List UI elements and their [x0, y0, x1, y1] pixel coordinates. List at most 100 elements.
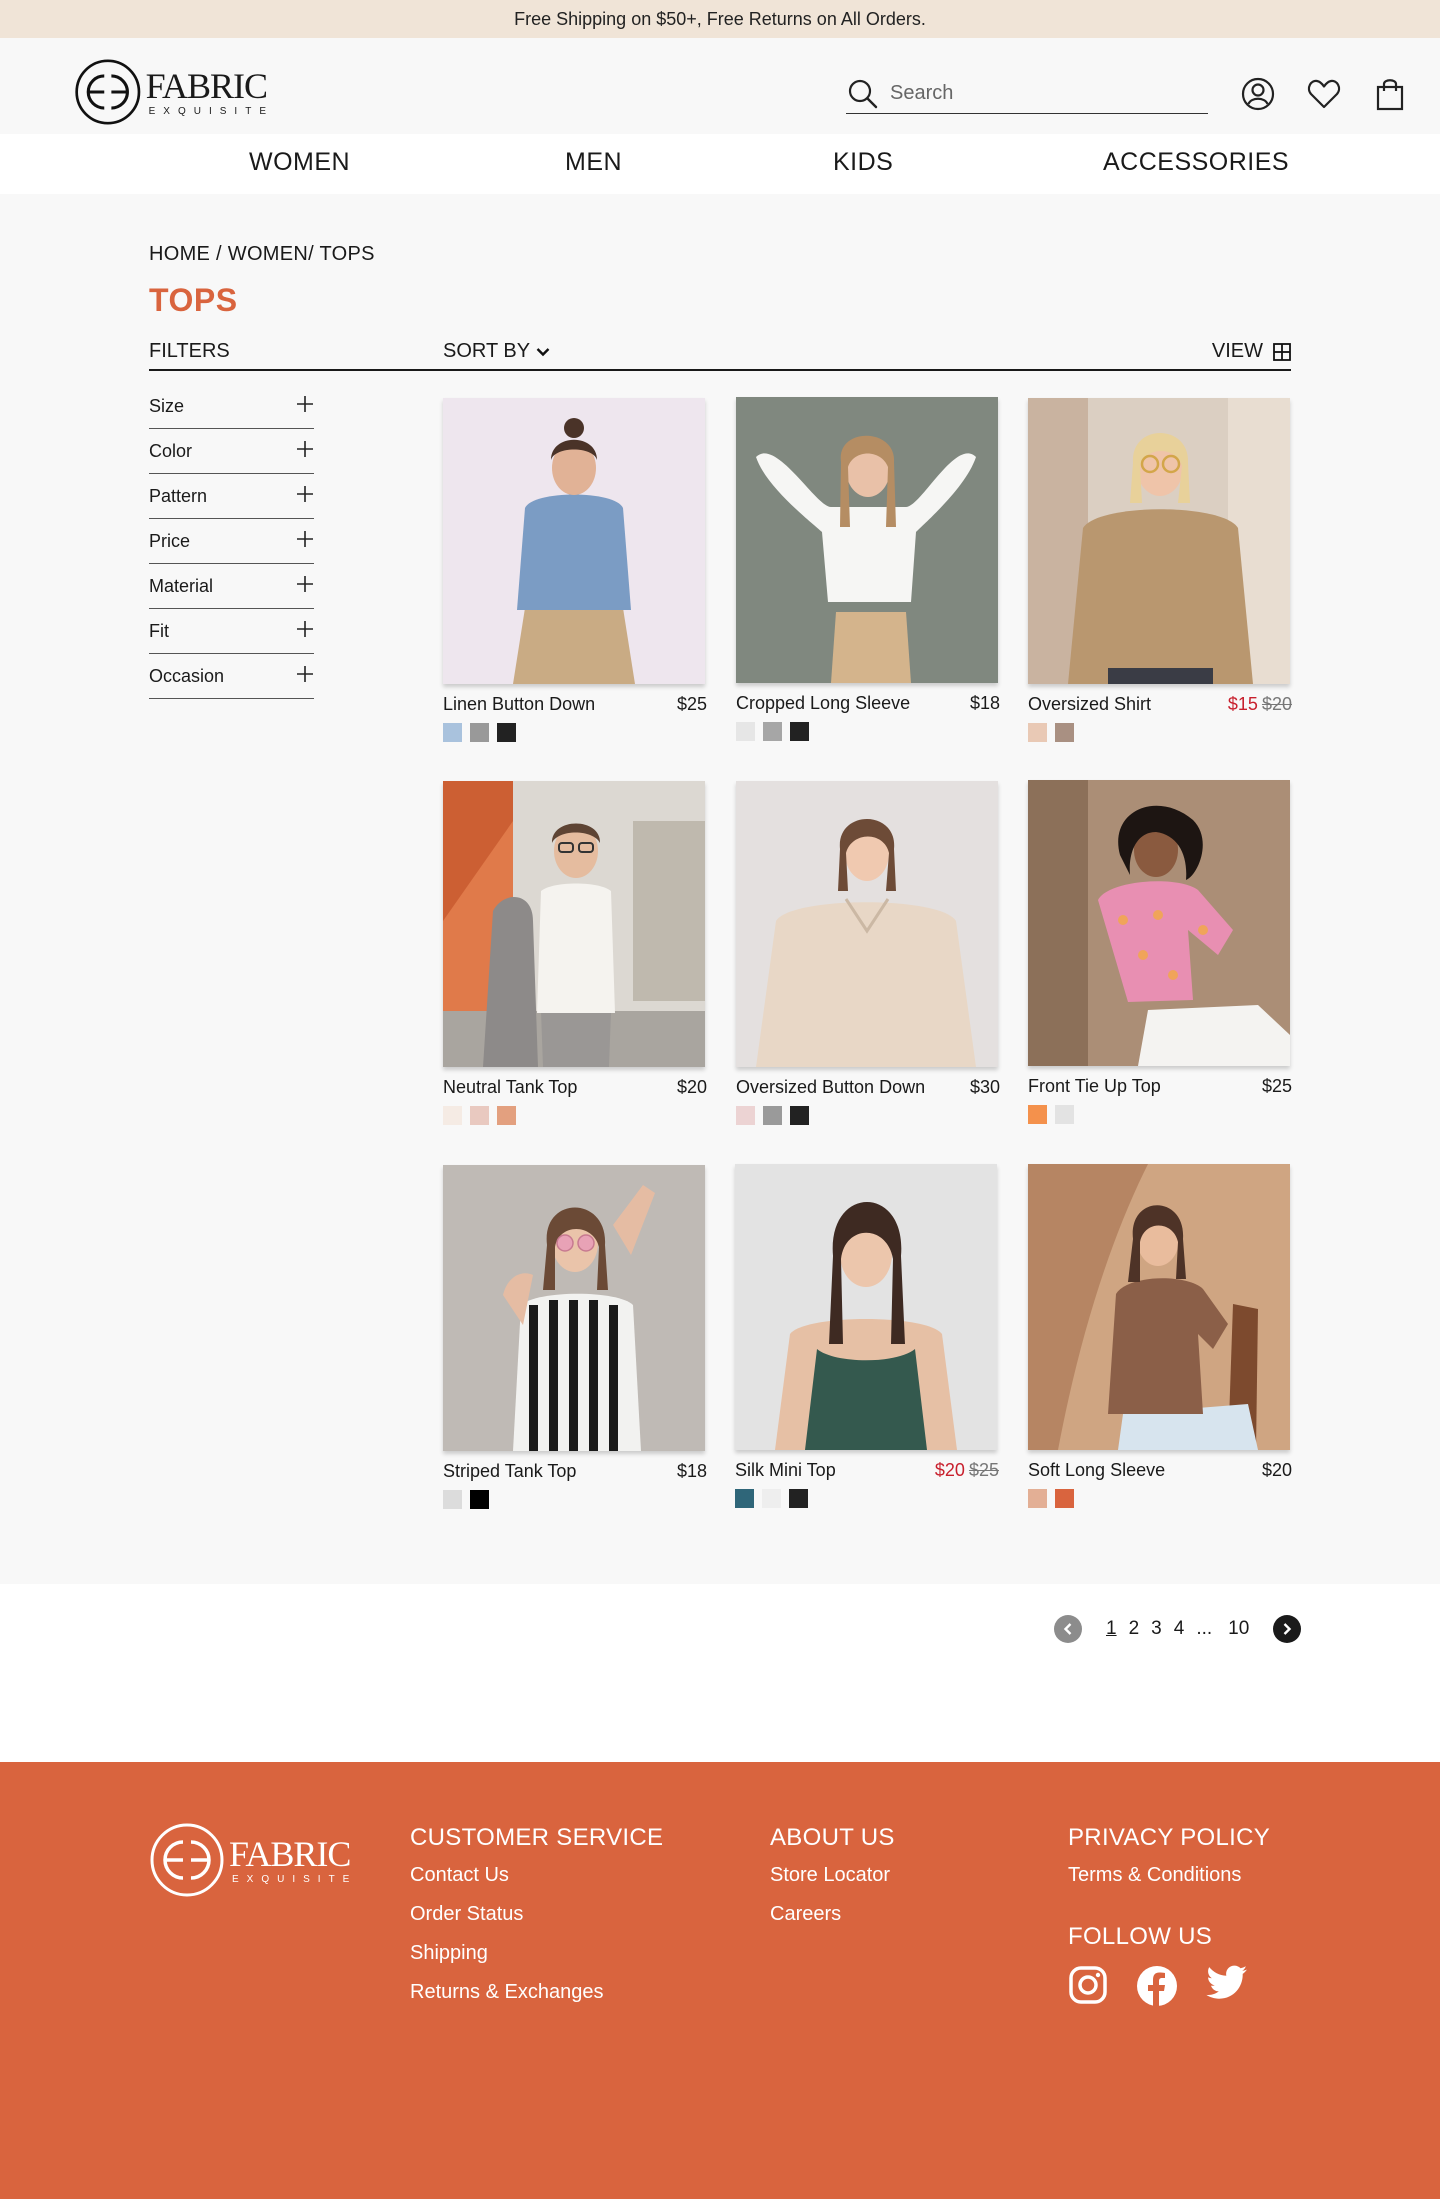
color-swatch[interactable] — [497, 723, 516, 742]
product-image[interactable] — [736, 781, 998, 1067]
color-swatch[interactable] — [763, 722, 782, 741]
product-name[interactable]: Linen Button Down — [443, 694, 595, 715]
logo-mark-icon — [75, 59, 141, 125]
page-link[interactable]: 10 — [1228, 1618, 1249, 1640]
color-swatch[interactable] — [1028, 1105, 1047, 1124]
product-name[interactable]: Striped Tank Top — [443, 1461, 576, 1482]
bag-icon[interactable] — [1372, 76, 1408, 112]
product-name[interactable]: Cropped Long Sleeve — [736, 693, 910, 714]
prev-page-button[interactable] — [1054, 1615, 1082, 1643]
product-name[interactable]: Front Tie Up Top — [1028, 1076, 1161, 1097]
product-card[interactable]: Cropped Long Sleeve $18 — [736, 397, 1000, 741]
product-card[interactable]: Neutral Tank Top $20 — [443, 781, 707, 1125]
heart-icon[interactable] — [1306, 76, 1342, 112]
plus-icon — [296, 620, 314, 643]
color-swatches — [736, 722, 1000, 741]
color-swatch[interactable] — [443, 723, 462, 742]
filter-material[interactable]: Material — [149, 564, 314, 609]
product-image[interactable] — [1028, 1164, 1290, 1450]
page-link[interactable]: 4 — [1174, 1618, 1185, 1640]
color-swatch[interactable] — [443, 1490, 462, 1509]
nav-item-men[interactable]: MEN — [565, 148, 622, 177]
footer-link[interactable]: Order Status — [410, 1903, 663, 1926]
instagram-icon[interactable] — [1068, 1965, 1108, 2012]
color-swatch[interactable] — [1028, 1489, 1047, 1508]
product-image[interactable] — [1028, 780, 1290, 1066]
sort-by-dropdown[interactable]: SORT BY — [443, 340, 550, 363]
product-name[interactable]: Soft Long Sleeve — [1028, 1460, 1165, 1481]
page-link[interactable]: 2 — [1129, 1618, 1140, 1640]
page-title: TOPS — [149, 282, 238, 318]
color-swatch[interactable] — [790, 722, 809, 741]
next-page-button[interactable] — [1273, 1615, 1302, 1643]
filter-pattern[interactable]: Pattern — [149, 474, 314, 519]
nav-item-accessories[interactable]: ACCESSORIES — [1103, 148, 1289, 177]
filter-fit[interactable]: Fit — [149, 609, 314, 654]
color-swatch[interactable] — [470, 1106, 489, 1125]
page-link[interactable]: 1 — [1106, 1618, 1117, 1640]
account-icon[interactable] — [1240, 76, 1276, 112]
footer-heading: ABOUT US — [770, 1824, 895, 1851]
color-swatch[interactable] — [1028, 723, 1047, 742]
nav-item-kids[interactable]: KIDS — [833, 148, 893, 177]
product-name[interactable]: Silk Mini Top — [735, 1460, 836, 1481]
footer-link[interactable]: Shipping — [410, 1942, 663, 1965]
footer-logo[interactable]: FABRIC EXQUISITE — [149, 1822, 357, 1898]
product-card[interactable]: Front Tie Up Top $25 — [1028, 780, 1292, 1124]
twitter-icon[interactable] — [1206, 1965, 1248, 2012]
color-swatch[interactable] — [762, 1489, 781, 1508]
footer-link[interactable]: Contact Us — [410, 1864, 663, 1887]
nav-item-women[interactable]: WOMEN — [249, 148, 350, 177]
brand-logo[interactable]: FABRIC EXQUISITE — [74, 54, 274, 130]
product-card[interactable]: Striped Tank Top $18 — [443, 1165, 707, 1509]
color-swatch[interactable] — [789, 1489, 808, 1508]
footer-heading: CUSTOMER SERVICE — [410, 1824, 664, 1851]
product-name[interactable]: Oversized Button Down — [736, 1077, 925, 1098]
product-image[interactable] — [443, 1165, 705, 1451]
color-swatch[interactable] — [735, 1489, 754, 1508]
filter-label: Pattern — [149, 485, 208, 506]
color-swatch[interactable] — [736, 722, 755, 741]
chevron-right-icon — [1283, 1623, 1292, 1635]
breadcrumb[interactable]: HOME / WOMEN/ TOPS — [149, 243, 375, 266]
product-card[interactable]: Oversized Button Down $30 — [736, 781, 1000, 1125]
product-card[interactable]: Silk Mini Top $20 $25 — [735, 1164, 999, 1508]
product-card[interactable]: Soft Long Sleeve $20 — [1028, 1164, 1292, 1508]
product-image[interactable] — [443, 781, 705, 1067]
search-icon[interactable] — [848, 79, 878, 109]
color-swatch[interactable] — [443, 1106, 462, 1125]
product-name[interactable]: Oversized Shirt — [1028, 694, 1151, 715]
search-bar[interactable] — [846, 74, 1208, 114]
product-image[interactable] — [1028, 398, 1290, 684]
main-nav: WOMEN MEN KIDS ACCESSORIES — [0, 134, 1440, 194]
product-image[interactable] — [735, 1164, 997, 1450]
filter-color[interactable]: Color — [149, 429, 314, 474]
color-swatch[interactable] — [1055, 723, 1074, 742]
page-link[interactable]: 3 — [1151, 1618, 1162, 1640]
color-swatch[interactable] — [763, 1106, 782, 1125]
filter-price[interactable]: Price — [149, 519, 314, 564]
search-input[interactable] — [890, 82, 1190, 105]
color-swatch[interactable] — [470, 723, 489, 742]
product-name[interactable]: Neutral Tank Top — [443, 1077, 577, 1098]
filter-size[interactable]: Size — [149, 384, 314, 429]
footer-link[interactable]: Returns & Exchanges — [410, 1981, 663, 2004]
color-swatch[interactable] — [470, 1490, 489, 1509]
footer-link[interactable]: Store Locator — [770, 1864, 895, 1887]
product-image[interactable] — [443, 398, 705, 684]
product-card[interactable]: Oversized Shirt $15 $20 — [1028, 398, 1292, 742]
footer-heading: FOLLOW US — [1068, 1923, 1213, 1950]
filter-occasion[interactable]: Occasion — [149, 654, 314, 699]
color-swatch[interactable] — [1055, 1489, 1074, 1508]
color-swatch[interactable] — [497, 1106, 516, 1125]
color-swatch[interactable] — [736, 1106, 755, 1125]
facebook-icon[interactable] — [1136, 1965, 1178, 2012]
product-card[interactable]: Linen Button Down $25 — [443, 398, 707, 742]
footer-link[interactable]: Careers — [770, 1903, 895, 1926]
product-image[interactable] — [736, 397, 998, 683]
footer-link[interactable]: Terms & Conditions — [1068, 1864, 1270, 1887]
color-swatch[interactable] — [1055, 1105, 1074, 1124]
plus-icon — [296, 575, 314, 598]
color-swatch[interactable] — [790, 1106, 809, 1125]
view-toggle[interactable]: VIEW — [1212, 340, 1291, 363]
